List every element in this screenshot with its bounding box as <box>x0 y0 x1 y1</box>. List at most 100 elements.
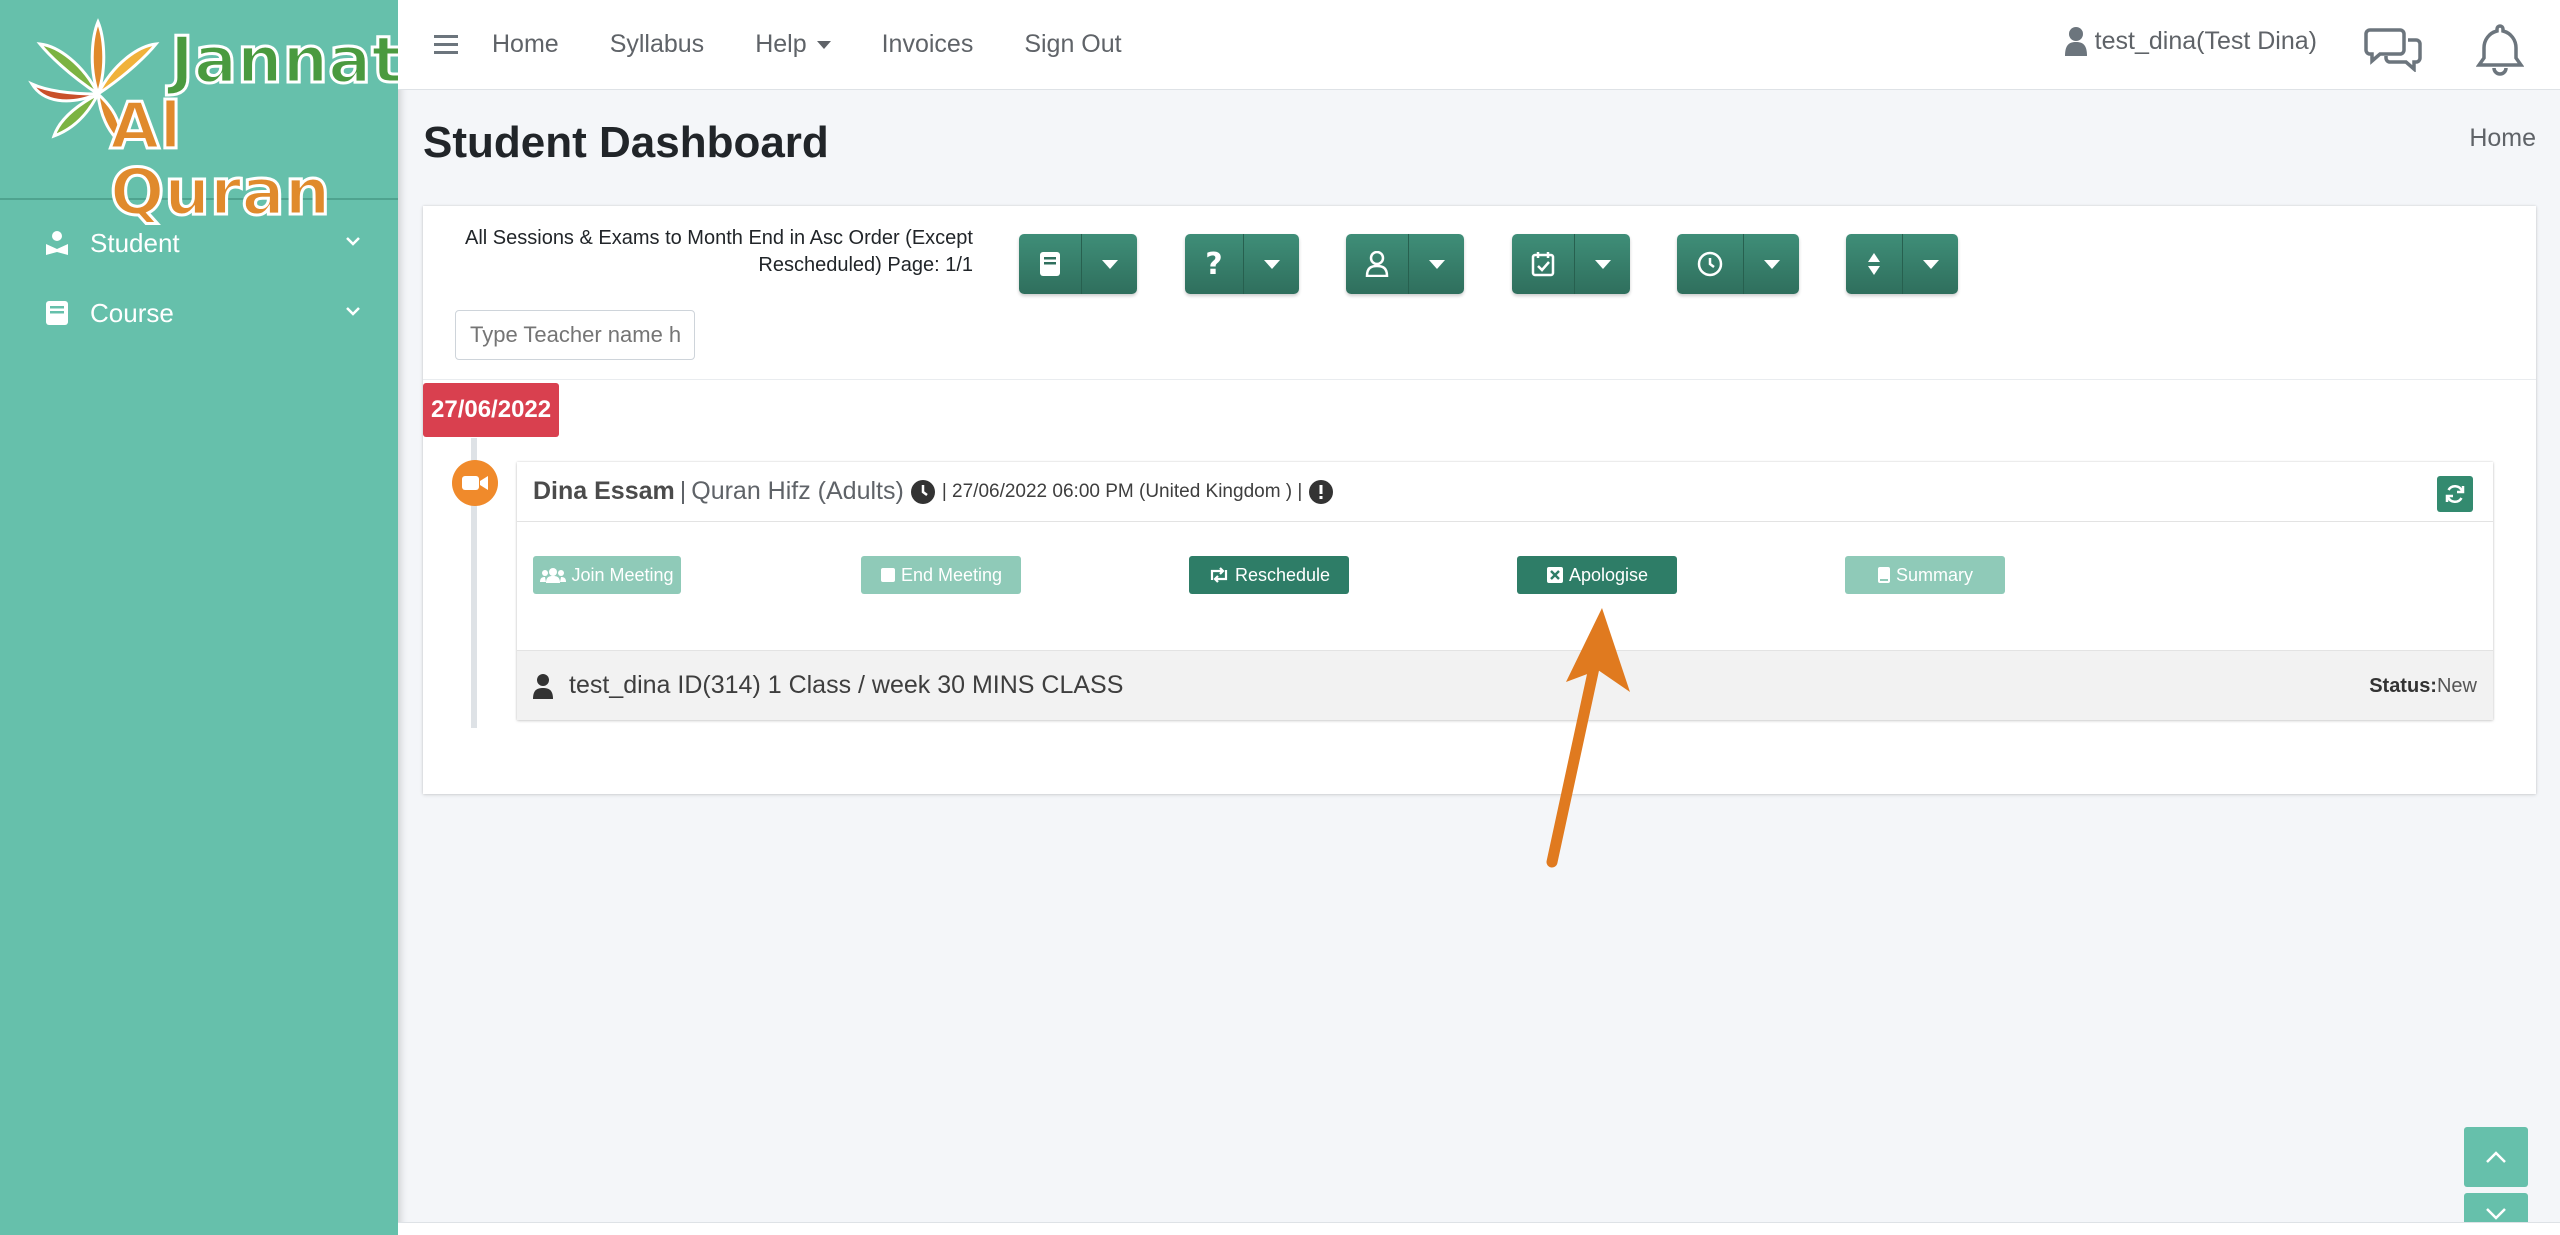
nav-sign-out[interactable]: Sign Out <box>1024 30 1121 59</box>
refresh-icon <box>2445 484 2465 504</box>
session-actions: Join Meeting End Meeting Reschedule Apol… <box>517 522 2493 650</box>
filter-book-dropdown[interactable] <box>1081 234 1137 294</box>
datetime-value: 27/06/2022 06:00 PM (United Kingdom ) <box>952 480 1293 502</box>
book-icon <box>44 300 70 326</box>
clock-icon <box>910 479 936 505</box>
brand-line2: Al Quran <box>109 90 332 230</box>
filter-question-dropdown[interactable] <box>1243 234 1299 294</box>
exclamation-icon[interactable] <box>1308 479 1334 505</box>
sidebar-item-label: Student <box>90 227 180 258</box>
timeline-date-badge: 27/06/2022 <box>423 383 560 437</box>
chevron-down-icon <box>346 307 360 316</box>
nav-help-label: Help <box>755 30 807 58</box>
retweet-icon <box>1210 567 1228 583</box>
filter-user-dropdown[interactable] <box>1408 234 1464 294</box>
summary-label: Summary <box>1895 564 1973 585</box>
scroll-to-top-button[interactable] <box>2464 1127 2528 1187</box>
user-icon <box>2064 27 2087 56</box>
caret-down-icon <box>1763 259 1780 269</box>
caption-line1: All Sessions & Exams to Month End in Asc… <box>465 227 973 249</box>
caret-down-icon <box>1263 259 1280 269</box>
caret-down-icon <box>1428 259 1445 269</box>
hamburger-menu-icon[interactable] <box>434 30 458 59</box>
filter-calendar-dropdown[interactable] <box>1574 234 1630 294</box>
footer <box>398 1222 2560 1235</box>
chevron-up-icon <box>2486 1151 2506 1163</box>
session-header: Dina Essam | Quran Hifz (Adults) | 27/06… <box>517 462 2493 522</box>
user-icon <box>533 673 553 699</box>
stop-icon <box>880 568 895 582</box>
annotation-arrow <box>1546 608 1630 868</box>
sidebar-item-label: Course <box>90 297 174 328</box>
refresh-button[interactable] <box>2437 476 2473 512</box>
book-icon <box>1877 567 1890 583</box>
reschedule-label: Reschedule <box>1234 564 1331 585</box>
join-meeting-button[interactable]: Join Meeting <box>533 556 681 594</box>
nav-syllabus[interactable]: Syllabus <box>610 30 705 59</box>
calendar-check-icon <box>1531 252 1555 277</box>
filter-calendar-button[interactable] <box>1512 234 1574 294</box>
card-filters: All Sessions & Exams to Month End in Asc… <box>423 206 2536 380</box>
filter-book-button[interactable] <box>1019 234 1081 294</box>
session-item: Dina Essam | Quran Hifz (Adults) | 27/06… <box>517 462 2493 720</box>
user-name: test_dina(Test Dina) <box>2094 26 2317 55</box>
sort-icon <box>1868 253 1880 275</box>
filter-group-calendar <box>1512 234 1630 294</box>
nav-invoices[interactable]: Invoices <box>882 30 974 59</box>
end-meeting-label: End Meeting <box>900 564 1003 585</box>
reschedule-button[interactable]: Reschedule <box>1189 556 1349 594</box>
end-meeting-button[interactable]: End Meeting <box>861 556 1021 594</box>
filter-group-question: ? <box>1185 234 1299 294</box>
teacher-search-input[interactable] <box>455 310 695 360</box>
filter-group-book <box>1019 234 1137 294</box>
student-icon <box>44 230 70 256</box>
student-info: test_dina ID(314) 1 Class / week 30 MINS… <box>569 671 1124 699</box>
filter-clock-button[interactable] <box>1677 234 1743 294</box>
filter-clock-dropdown[interactable] <box>1743 234 1799 294</box>
session-footer: test_dina ID(314) 1 Class / week 30 MINS… <box>517 650 2493 720</box>
cancel-box-icon <box>1546 567 1563 583</box>
sidebar: Jannat Al Quran Student Course <box>0 0 403 1235</box>
chevron-down-icon <box>346 237 360 246</box>
video-camera-icon <box>452 460 498 506</box>
separator: | <box>679 477 687 505</box>
session-datetime: | 27/06/2022 06:00 PM (United Kingdom ) … <box>941 480 1303 502</box>
status-label: Status: <box>2369 675 2437 697</box>
caret-down-icon <box>1594 259 1611 269</box>
filter-group-user <box>1346 234 1464 294</box>
caret-down-icon <box>816 41 831 50</box>
caret-down-icon <box>1101 259 1118 269</box>
breadcrumb-home[interactable]: Home <box>2469 124 2536 153</box>
apologise-button[interactable]: Apologise <box>1517 556 1677 594</box>
nav-home[interactable]: Home <box>492 30 559 59</box>
filter-sort-dropdown[interactable] <box>1902 234 1958 294</box>
sidebar-item-student[interactable]: Student <box>0 208 398 278</box>
status-value: New <box>2436 675 2477 697</box>
apologise-label: Apologise <box>1568 564 1649 585</box>
clock-icon <box>1697 251 1723 277</box>
filter-sort-button[interactable] <box>1846 234 1902 294</box>
brand-line1: Jannat <box>169 24 404 98</box>
bell-icon[interactable] <box>2476 22 2524 76</box>
filter-group-clock <box>1677 234 1799 294</box>
book-icon <box>1040 252 1060 276</box>
sessions-card: All Sessions & Exams to Month End in Asc… <box>423 206 2536 794</box>
nav-help[interactable]: Help <box>755 30 831 59</box>
status-badge: Status:New <box>2369 675 2477 698</box>
question-icon: ? <box>1205 246 1223 282</box>
caret-down-icon <box>1922 259 1939 269</box>
chat-icon[interactable] <box>2364 26 2424 72</box>
chevron-down-icon <box>2486 1208 2506 1220</box>
sidebar-item-course[interactable]: Course <box>0 278 398 348</box>
brand-logo[interactable]: Jannat Al Quran <box>0 0 403 228</box>
caption-line2: Rescheduled) Page: 1/1 <box>758 254 973 276</box>
brand-name: Jannat Al Quran <box>109 24 404 230</box>
sessions-caption: All Sessions & Exams to Month End in Asc… <box>459 225 973 279</box>
user-menu[interactable]: test_dina(Test Dina) <box>2064 26 2317 56</box>
filter-user-button[interactable] <box>1346 234 1408 294</box>
filter-group-sort <box>1846 234 1958 294</box>
summary-button[interactable]: Summary <box>1845 556 2005 594</box>
users-icon <box>540 568 567 583</box>
join-meeting-label: Join Meeting <box>571 564 674 585</box>
filter-question-button[interactable]: ? <box>1185 234 1243 294</box>
